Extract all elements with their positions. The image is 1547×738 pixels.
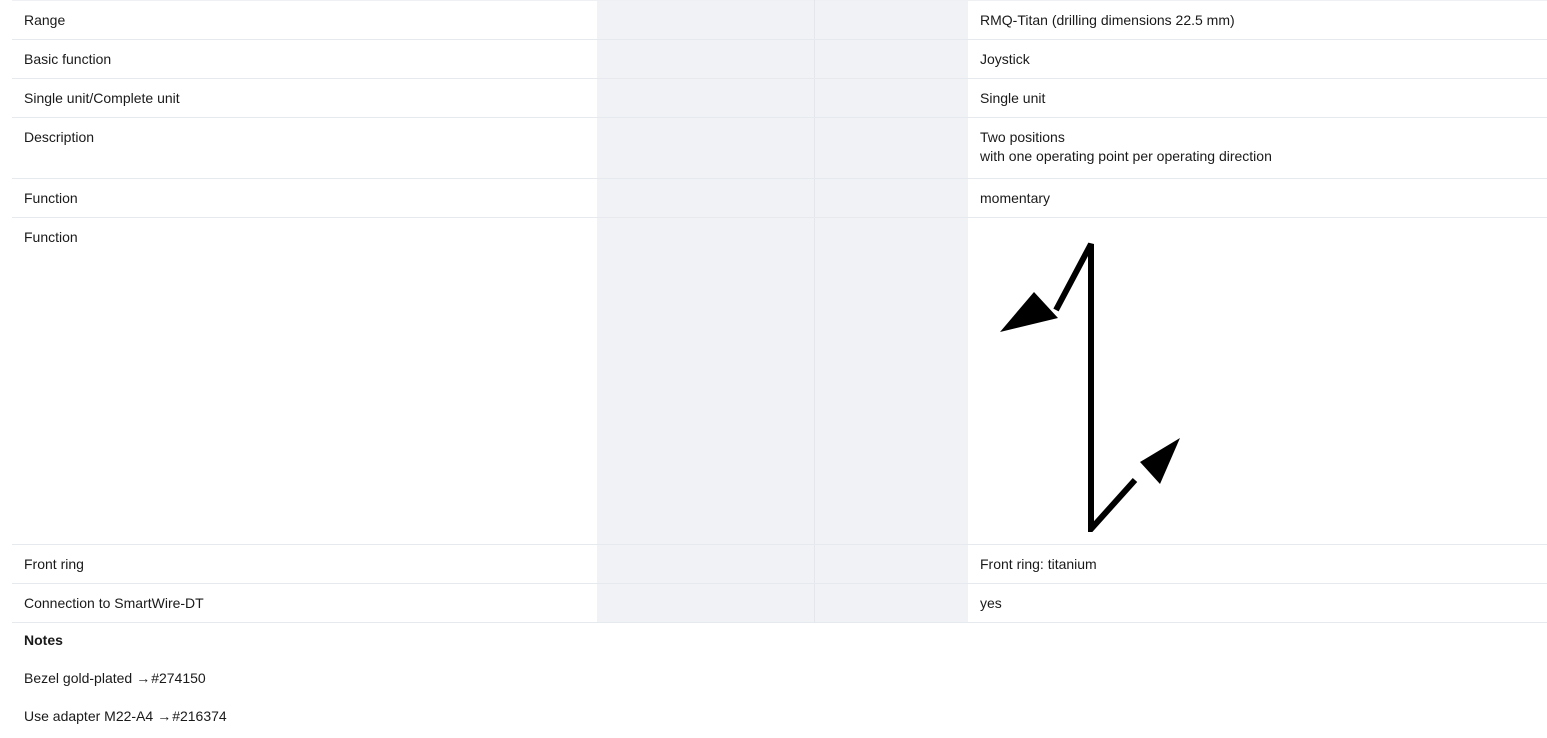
spec-label: Front ring	[12, 544, 597, 584]
spec-label: Connection to SmartWire-DT	[12, 583, 597, 623]
spec-label: Range	[12, 0, 597, 40]
spec-row-single-complete-unit: Single unit/Complete unit Single unit	[12, 78, 1547, 118]
spec-row-description: Description Two positions with one opera…	[12, 117, 1547, 179]
notes-title: Notes	[24, 632, 63, 648]
joystick-two-position-momentary-icon	[1000, 242, 1180, 532]
spec-value: Joystick	[980, 51, 1030, 67]
note-text: Use adapter M22-A4	[24, 708, 154, 724]
note-reference-link[interactable]: #216374	[172, 708, 227, 724]
spec-value: RMQ-Titan (drilling dimensions 22.5 mm)	[980, 12, 1235, 28]
note-text: Bezel gold-plated	[24, 670, 133, 686]
note-reference-link[interactable]: #274150	[151, 670, 206, 686]
spec-value-line-1: Two positions	[980, 129, 1065, 145]
notes-section: Notes Bezel gold-plated →#274150 Use adap…	[24, 621, 624, 735]
spec-row-smartwire-connection: Connection to SmartWire-DT yes	[12, 583, 1547, 623]
spec-label: Single unit/Complete unit	[12, 78, 597, 118]
spec-row-front-ring: Front ring Front ring: titanium	[12, 544, 1547, 584]
spec-label: Description	[12, 117, 597, 179]
joystick-diagram-path	[1000, 242, 1180, 532]
note-item-bezel: Bezel gold-plated →#274150	[24, 659, 624, 697]
spec-row-function: Function momentary	[12, 178, 1547, 218]
spec-row-range: Range RMQ-Titan (drilling dimensions 22.…	[12, 0, 1547, 40]
spec-label: Function	[12, 178, 597, 218]
spec-row-basic-function: Basic function Joystick	[12, 39, 1547, 79]
spec-value: Single unit	[980, 90, 1046, 106]
arrow-right-icon: →	[157, 708, 172, 724]
spec-label: Function	[12, 217, 597, 545]
spec-value-line-2: with one operating point per operating d…	[980, 148, 1272, 164]
spec-label: Basic function	[12, 39, 597, 79]
spec-value: Front ring: titanium	[980, 556, 1097, 572]
note-item-adapter: Use adapter M22-A4 →#216374	[24, 697, 624, 735]
arrow-right-icon: →	[136, 670, 151, 686]
spec-row-function-diagram: Function	[12, 217, 1547, 545]
spec-value: momentary	[980, 190, 1051, 206]
spec-value: yes	[980, 595, 1002, 611]
spec-table: Range RMQ-Titan (drilling dimensions 22.…	[12, 0, 1547, 623]
